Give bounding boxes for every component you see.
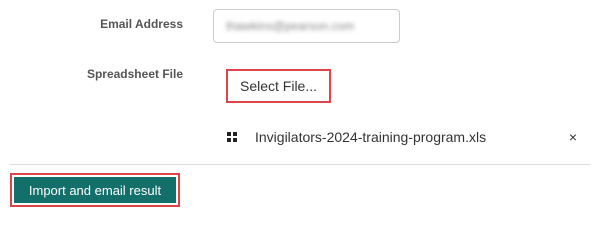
file-grid-icon	[227, 132, 237, 142]
import-button-highlight: Import and email result	[10, 173, 180, 207]
email-field-value: thawkins@pearson.com	[226, 19, 355, 33]
form-divider	[10, 164, 590, 165]
import-form: Email Address thawkins@pearson.com Sprea…	[0, 0, 600, 219]
spreadsheet-file-label: Spreadsheet File	[86, 67, 183, 81]
close-icon[interactable]: ×	[566, 129, 580, 145]
select-file-button[interactable]: Select File...	[226, 69, 331, 103]
selected-file-name: Invigilators-2024-training-program.xls	[255, 129, 487, 145]
selected-file-row: Invigilators-2024-training-program.xls ×	[227, 127, 580, 147]
import-and-email-button[interactable]: Import and email result	[14, 177, 176, 203]
email-address-label: Email Address	[100, 17, 183, 31]
select-file-label: Select File...	[239, 78, 318, 94]
email-field[interactable]: thawkins@pearson.com	[213, 9, 400, 43]
